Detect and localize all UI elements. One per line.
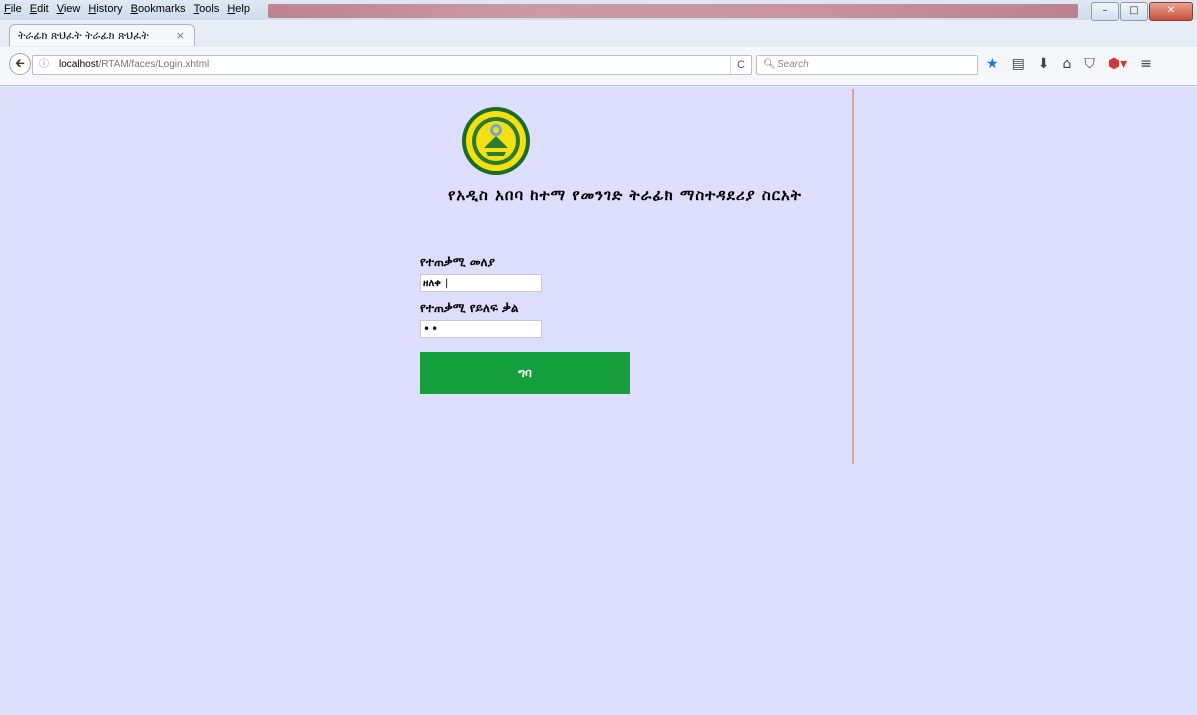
close-window-button[interactable]: ✕ bbox=[1149, 2, 1193, 21]
reading-list-icon[interactable]: ▤ bbox=[1012, 56, 1025, 72]
adblock-icon[interactable]: ⬢▾ bbox=[1108, 56, 1127, 72]
pocket-icon[interactable]: ⛉ bbox=[1084, 56, 1095, 72]
tab-title: ትራፊክ ጽህፈት ትራፊክ ጽህፈት bbox=[18, 29, 149, 42]
menu: File Edit View History Bookmarks Tools H… bbox=[4, 3, 250, 19]
hamburger-menu-icon[interactable]: ≡ bbox=[1140, 56, 1152, 72]
search-placeholder: Search bbox=[777, 59, 809, 70]
menu-tools[interactable]: Tools bbox=[194, 3, 220, 19]
download-icon[interactable]: ⬇ bbox=[1038, 56, 1050, 72]
url-path: /RTAM/faces/Login.xhtml bbox=[98, 59, 210, 70]
search-box[interactable]: 🔍︎ Search bbox=[756, 55, 978, 75]
close-tab-icon[interactable]: × bbox=[176, 25, 185, 47]
login-button[interactable]: ግባ bbox=[420, 352, 630, 394]
page-content bbox=[7, 87, 1197, 715]
search-icon: 🔍︎ bbox=[763, 59, 776, 70]
tab-bar: ትራፊክ ጽህፈት ትራፊክ ጽህፈት × + bbox=[0, 22, 1197, 66]
username-input[interactable]: ዘለቀ bbox=[420, 274, 542, 293]
url-text: localhost/RTAM/faces/Login.xhtml bbox=[59, 56, 209, 74]
minimize-button[interactable]: – bbox=[1091, 2, 1119, 21]
home-icon[interactable]: ⌂ bbox=[1063, 56, 1072, 72]
maximize-button[interactable]: □ bbox=[1120, 2, 1148, 21]
address-bar[interactable]: ⓘ localhost/RTAM/faces/Login.xhtml C bbox=[32, 55, 752, 75]
menu-bookmarks[interactable]: Bookmarks bbox=[131, 3, 186, 19]
reload-icon[interactable]: C bbox=[730, 56, 745, 74]
back-button[interactable]: 🡰 bbox=[9, 53, 31, 75]
menu-view[interactable]: View bbox=[57, 3, 81, 19]
browser-chrome: File Edit View History Bookmarks Tools H… bbox=[0, 0, 1197, 87]
back-arrow-icon: 🡰 bbox=[15, 56, 25, 70]
divider-line bbox=[852, 89, 854, 464]
username-label: የተጠቃሚ መለያ bbox=[420, 255, 495, 269]
title-bar bbox=[268, 4, 1078, 18]
toolbar-icons: ★ ▤ ⬇ ⌂ ⛉ ⬢▾ ≡ bbox=[986, 56, 1152, 72]
info-icon[interactable]: ⓘ bbox=[39, 56, 49, 74]
window-controls: – □ ✕ bbox=[1091, 2, 1193, 21]
menu-edit[interactable]: Edit bbox=[30, 3, 49, 19]
menu-file[interactable]: File bbox=[4, 3, 22, 19]
page-title: የአዲስ አበባ ከተማ የመንገድ ትራፊክ ማስተዳደሪያ ስርአት bbox=[448, 186, 802, 204]
url-host: localhost bbox=[59, 59, 99, 70]
password-input[interactable]: •• bbox=[420, 320, 542, 338]
menu-history[interactable]: History bbox=[88, 3, 122, 19]
tab-active[interactable]: ትራፊክ ጽህፈት ትራፊክ ጽህፈት × bbox=[9, 24, 195, 46]
bookmark-star-icon[interactable]: ★ bbox=[986, 56, 999, 72]
navigation-bar: 🡰 ⓘ localhost/RTAM/faces/Login.xhtml C 🔍… bbox=[0, 47, 1197, 86]
menu-help[interactable]: Help bbox=[227, 3, 250, 19]
menu-bar: File Edit View History Bookmarks Tools H… bbox=[0, 0, 1197, 21]
password-label: የተጠቃሚ የይለፍ ቃል bbox=[420, 301, 519, 315]
seal-logo bbox=[462, 107, 530, 175]
